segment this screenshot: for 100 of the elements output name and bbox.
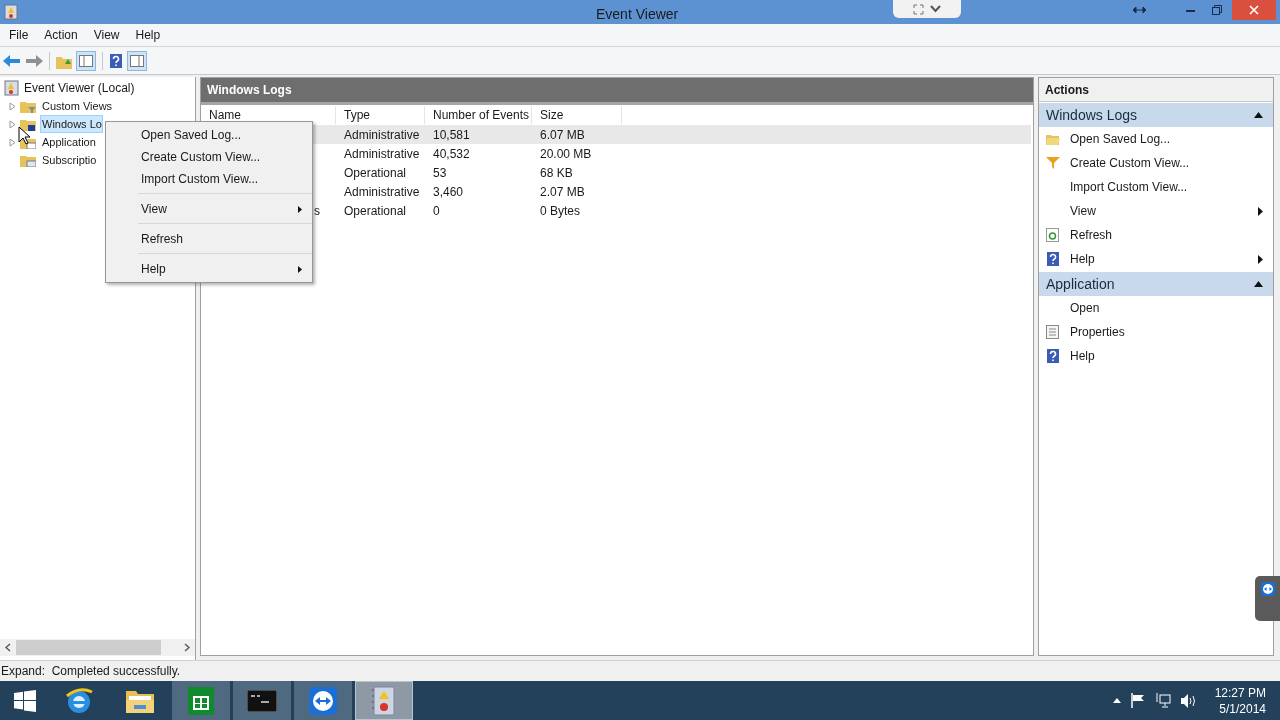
- filter-icon: [1046, 156, 1060, 170]
- pane-command[interactable]: Create Custom View...: [1070, 154, 1263, 172]
- network-icon[interactable]: [1154, 693, 1171, 708]
- show-tree-button[interactable]: [76, 50, 96, 71]
- scrollbar-thumb[interactable]: [16, 640, 161, 655]
- menu-item[interactable]: File: [3, 26, 35, 44]
- table-cell-text: Operational: [343, 202, 408, 220]
- windows-logo-icon[interactable]: [14, 689, 36, 712]
- menu-item[interactable]: Help: [129, 26, 167, 44]
- pane-command[interactable]: Open: [1070, 299, 1263, 317]
- browser-icon: [64, 685, 94, 716]
- tree-item[interactable]: Windows Lo: [40, 114, 103, 134]
- remote-app-icon: [309, 686, 337, 715]
- taskbar-button[interactable]: [172, 681, 230, 720]
- pane-command[interactable]: Open Saved Log...: [1070, 130, 1263, 148]
- tree-item[interactable]: Application: [40, 132, 97, 152]
- table-cell-text: 6.07 MB: [539, 126, 586, 144]
- taskbar-button[interactable]: [294, 681, 352, 720]
- table-cell-text: 3,460: [432, 183, 465, 201]
- pane-icon: [130, 54, 144, 67]
- submenu-arrow-icon: [298, 265, 302, 273]
- table-cell-text: 53: [432, 164, 448, 182]
- pane-header: Actions: [1039, 78, 1273, 102]
- remote-app-icon: [1260, 582, 1275, 596]
- table-cell-text: 0: [432, 202, 441, 220]
- window-title: Event Viewer: [596, 5, 679, 24]
- close-button[interactable]: [1232, 0, 1276, 20]
- menu-item[interactable]: Help: [108, 258, 312, 280]
- cursor-icon: [18, 126, 30, 145]
- tree-item[interactable]: Event Viewer (Local): [24, 79, 135, 97]
- restore-icon: [1212, 5, 1222, 15]
- menu-item[interactable]: View: [87, 26, 126, 44]
- log-book-icon: [372, 685, 396, 716]
- help-icon: [1046, 252, 1060, 266]
- show-actions-button[interactable]: [127, 50, 147, 71]
- table-cell-text: 20.00 MB: [539, 145, 593, 163]
- close-icon: [1249, 5, 1259, 15]
- expand-icon[interactable]: [9, 137, 16, 147]
- submenu-arrow-icon: [298, 205, 302, 213]
- table-cell-text: 10,581: [432, 126, 471, 144]
- resize-icon: [1133, 6, 1146, 14]
- menu-item[interactable]: Create Custom View...: [108, 146, 312, 168]
- pane-command[interactable]: Help: [1070, 250, 1258, 268]
- column-header[interactable]: Number of Events: [425, 106, 532, 124]
- clock-time[interactable]: 12:27 PM: [1214, 684, 1266, 701]
- folder-icon: [20, 99, 36, 113]
- column-header[interactable]: Type: [336, 106, 425, 124]
- chevron-down-icon[interactable]: [930, 5, 941, 13]
- table-cell-text: 40,532: [432, 145, 471, 163]
- pane-command[interactable]: Refresh: [1070, 226, 1263, 244]
- folder-icon: [20, 117, 36, 131]
- column-header[interactable]: Size: [532, 106, 622, 124]
- show-hidden-icon[interactable]: [1112, 698, 1121, 703]
- minimize-icon: [1185, 8, 1195, 12]
- expand-icon[interactable]: [9, 119, 16, 129]
- submenu-arrow-icon: [1258, 206, 1263, 216]
- tree-item[interactable]: Custom Views: [40, 96, 114, 116]
- scroll-right-icon[interactable]: [184, 643, 190, 652]
- remote-side-tab[interactable]: [1255, 576, 1280, 621]
- pane-command[interactable]: Import Custom View...: [1070, 178, 1263, 196]
- pane-command[interactable]: Help: [1070, 347, 1263, 365]
- horizontal-scrollbar[interactable]: [0, 639, 195, 656]
- table-cell-text: Operational: [343, 164, 408, 182]
- help-icon: [1046, 349, 1060, 363]
- collapse-icon[interactable]: [1254, 281, 1263, 287]
- menu-item[interactable]: Open Saved Log...: [108, 124, 312, 146]
- expand-icon[interactable]: [9, 101, 16, 111]
- menu-item[interactable]: Refresh: [108, 228, 312, 250]
- pane-command[interactable]: View: [1070, 202, 1258, 220]
- submenu-arrow-icon: [1258, 254, 1263, 264]
- table-cell-text: 2.07 MB: [539, 183, 586, 201]
- app-icon: [4, 4, 18, 20]
- table-cell-text: Administrative: [343, 126, 421, 144]
- clock-date[interactable]: 5/1/2014: [1219, 700, 1266, 717]
- menu-item[interactable]: Import Custom View...: [108, 168, 312, 190]
- section-header[interactable]: Application: [1039, 272, 1273, 296]
- flag-icon[interactable]: [1130, 693, 1145, 708]
- table-cell-text: Administrative: [343, 145, 421, 163]
- forward-icon[interactable]: [25, 53, 43, 68]
- properties-icon: [1046, 325, 1059, 339]
- folder-icon: [1046, 133, 1060, 145]
- back-icon[interactable]: [3, 53, 21, 68]
- section-header[interactable]: Windows Logs: [1039, 103, 1273, 127]
- pane-command[interactable]: Properties: [1070, 323, 1263, 341]
- terminal-icon: [247, 689, 277, 712]
- tree-item[interactable]: Subscriptio: [40, 150, 98, 170]
- pane-icon: [79, 54, 93, 67]
- folder-icon: [20, 153, 36, 167]
- table-cell-text: Administrative: [343, 183, 421, 201]
- table-cell-text: 0 Bytes: [539, 202, 582, 220]
- volume-icon[interactable]: [1180, 693, 1197, 708]
- status-text: Expand: Completed successfully.: [1, 663, 181, 680]
- table-cell-text: s: [314, 202, 320, 220]
- menu-item[interactable]: Action: [38, 26, 84, 44]
- collapse-icon[interactable]: [1254, 112, 1263, 118]
- expand-icon[interactable]: [913, 3, 924, 15]
- refresh-icon: [1046, 228, 1059, 242]
- scroll-left-icon[interactable]: [5, 643, 11, 652]
- menu-item[interactable]: View: [108, 198, 312, 220]
- event-log-icon: [4, 80, 19, 96]
